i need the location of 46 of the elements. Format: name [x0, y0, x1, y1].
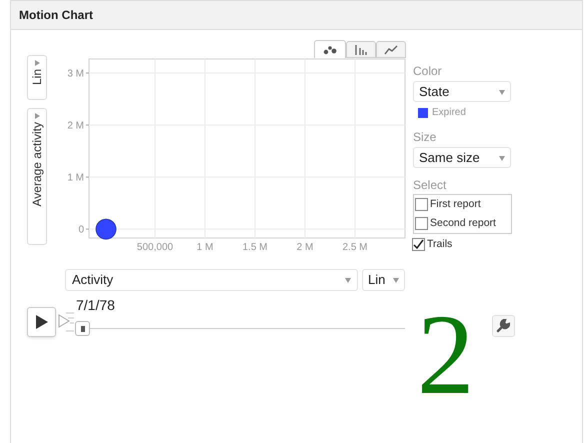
- legend-label: Expired: [432, 106, 466, 120]
- dropdown[interactable]: Same size: [413, 147, 511, 168]
- y-tick-label: 3 M: [67, 68, 84, 80]
- x-scale-select[interactable]: Lin: [362, 269, 405, 291]
- checkbox[interactable]: [412, 238, 425, 251]
- chart-type-tab[interactable]: [376, 41, 406, 58]
- checkbox-label: Second report: [430, 216, 496, 231]
- overlay-number: 2: [417, 297, 474, 412]
- arrow-icon: [34, 60, 40, 66]
- arrow-icon: [499, 154, 505, 160]
- x-tick-label: 1 M: [196, 242, 214, 253]
- x-tick-label: 1.5 M: [242, 242, 268, 253]
- checkbox-label: First report: [430, 196, 481, 212]
- y-tick-label: 0: [78, 224, 84, 236]
- x-tick-label: 500,000: [136, 242, 174, 253]
- date-label: 7/1/78: [76, 297, 116, 313]
- x-tick-label: 2 M: [296, 242, 314, 253]
- wrench-icon: [496, 319, 510, 333]
- section-label: Select: [413, 178, 448, 192]
- arrow-icon: [499, 88, 505, 94]
- line-chart-icon: [384, 44, 398, 54]
- play-icon: [34, 314, 48, 330]
- y-scale-button[interactable]: Lin: [27, 55, 47, 100]
- dropdown[interactable]: State: [413, 81, 511, 102]
- arrow-icon: [393, 277, 399, 283]
- chart-type-tab[interactable]: [346, 41, 376, 58]
- x-tick-label: 2.5 M: [342, 242, 368, 253]
- y-axis-button[interactable]: Average activity: [27, 108, 47, 245]
- play-button[interactable]: [27, 307, 56, 337]
- chart-type-tab[interactable]: [314, 40, 346, 58]
- panel-title: Motion Chart: [19, 7, 93, 24]
- settings-button[interactable]: [492, 315, 514, 337]
- checkbox[interactable]: [415, 198, 428, 211]
- section-label: Size: [413, 130, 438, 144]
- slider-thumb[interactable]: [75, 321, 90, 336]
- y-tick-label: 1 M: [67, 172, 84, 184]
- bubbles-icon: [323, 44, 337, 54]
- y-tick-label: 2 M: [67, 120, 84, 132]
- x-axis-select[interactable]: Activity: [65, 269, 358, 291]
- bar-chart-icon: [354, 44, 368, 54]
- checkbox-label: Trails: [427, 236, 452, 252]
- section-label: Color: [413, 64, 443, 78]
- data-bubble[interactable]: [96, 218, 116, 240]
- checkbox[interactable]: [415, 217, 428, 230]
- arrow-icon: [345, 277, 351, 283]
- arrow-icon: [34, 113, 40, 119]
